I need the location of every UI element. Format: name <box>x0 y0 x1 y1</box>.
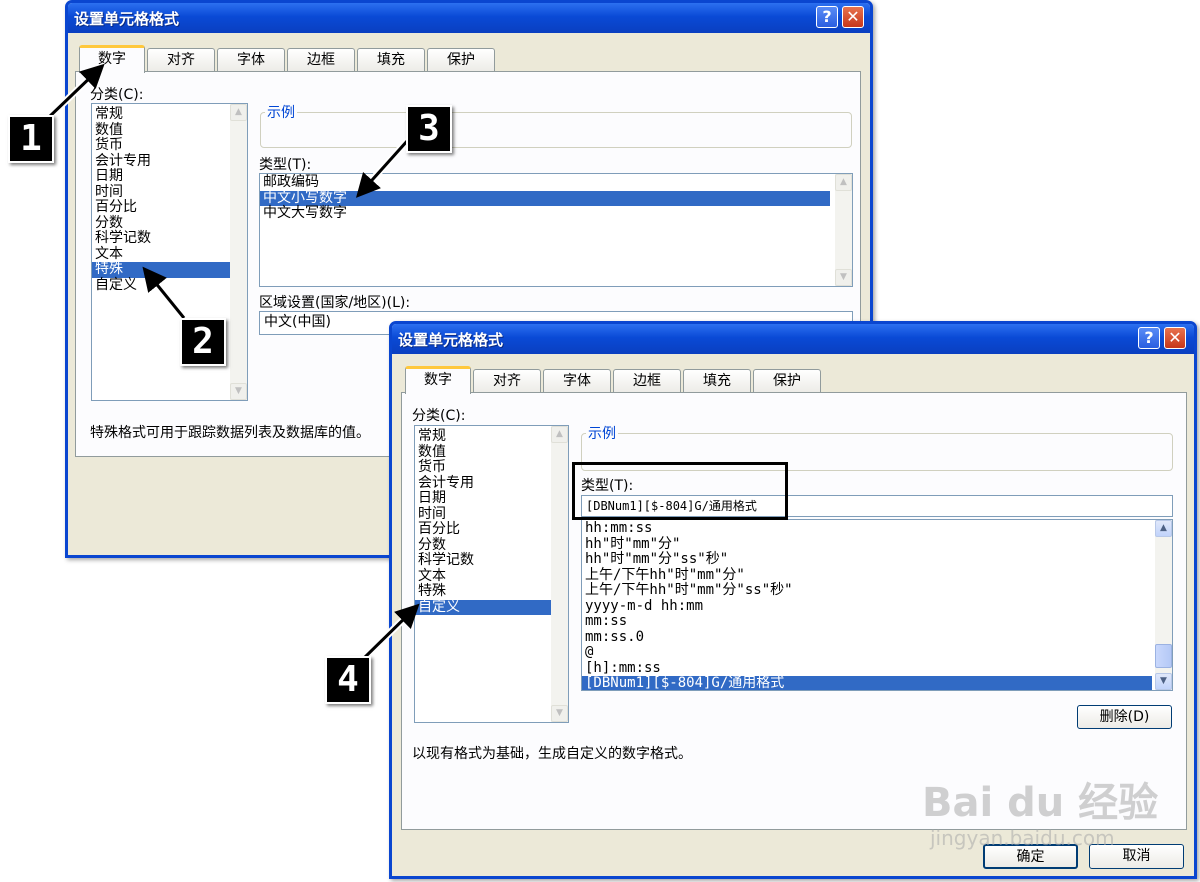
arrow-2 <box>142 266 186 319</box>
step-badge-2: 2 <box>180 318 226 366</box>
step-badge-1: 1 <box>8 115 54 163</box>
arrow-1 <box>46 63 105 120</box>
arrow-4 <box>360 603 420 662</box>
annotation-arrows <box>45 63 420 663</box>
step-badge-4: 4 <box>325 656 371 704</box>
step-badge-3: 3 <box>406 105 452 153</box>
baidu-watermark-url: jingyan.baidu.com <box>930 826 1115 850</box>
arrow-3 <box>355 138 410 198</box>
baidu-watermark: Bai du 经验 <box>922 780 1159 826</box>
